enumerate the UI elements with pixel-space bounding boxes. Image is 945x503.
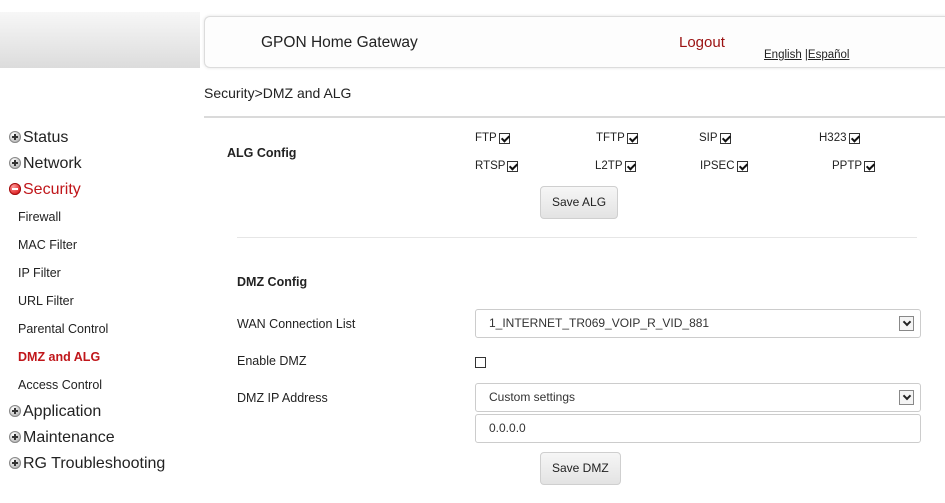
wan-connection-select[interactable]: 1_INTERNET_TR069_VOIP_R_VID_881	[475, 309, 921, 338]
dmz-ip-address-input[interactable]: 0.0.0.0	[475, 414, 921, 443]
lang-english-link[interactable]: English	[764, 49, 802, 61]
sidebar-subitem-parental-control[interactable]: Parental Control	[0, 315, 200, 343]
alg-sip-checkbox[interactable]: SIP	[699, 132, 731, 144]
collapse-minus-icon	[9, 183, 21, 195]
checkbox-checked-icon	[736, 160, 748, 172]
sidebar-subitem-access-control[interactable]: Access Control	[0, 371, 200, 399]
checkbox-checked-icon	[507, 160, 519, 172]
sidebar: Status Network Security Firewall MAC Fil…	[0, 125, 200, 477]
app-title: GPON Home Gateway	[261, 34, 418, 51]
expand-plus-icon	[9, 405, 21, 417]
enable-dmz-checkbox[interactable]	[475, 357, 486, 368]
sidebar-subitem-ip-filter[interactable]: IP Filter	[0, 259, 200, 287]
alg-h323-checkbox[interactable]: H323	[819, 132, 860, 144]
alg-tftp-checkbox[interactable]: TFTP	[596, 132, 638, 144]
sidebar-item-security[interactable]: Security	[0, 177, 200, 203]
checkbox-checked-icon	[624, 160, 636, 172]
logo-area	[0, 12, 200, 68]
expand-plus-icon	[9, 457, 21, 469]
header-bar: GPON Home Gateway Logout English |Españo…	[204, 16, 945, 68]
sidebar-item-label: Application	[23, 403, 102, 420]
section-divider	[237, 237, 917, 238]
alg-config-title: ALG Config	[227, 146, 297, 160]
wan-connection-value: 1_INTERNET_TR069_VOIP_R_VID_881	[489, 316, 710, 330]
checkbox-checked-icon	[864, 160, 876, 172]
header-divider	[204, 116, 945, 118]
sidebar-subitem-dmz-alg[interactable]: DMZ and ALG	[0, 343, 200, 371]
alg-option-label: L2TP	[595, 160, 623, 172]
wan-connection-label: WAN Connection List	[237, 317, 356, 331]
alg-pptp-checkbox[interactable]: PPTP	[832, 160, 876, 172]
alg-option-label: H323	[819, 132, 847, 144]
chevron-down-icon	[899, 316, 914, 331]
language-switcher: English |Español	[764, 49, 849, 61]
alg-option-label: FTP	[475, 132, 497, 144]
save-alg-button[interactable]: Save ALG	[540, 186, 619, 219]
sidebar-item-label: Maintenance	[23, 429, 115, 446]
checkbox-checked-icon	[498, 132, 510, 144]
sidebar-item-application[interactable]: Application	[0, 399, 200, 425]
sidebar-item-status[interactable]: Status	[0, 125, 200, 151]
sidebar-subitem-firewall[interactable]: Firewall	[0, 203, 200, 231]
alg-ftp-checkbox[interactable]: FTP	[475, 132, 510, 144]
checkbox-checked-icon	[848, 132, 860, 144]
checkbox-checked-icon	[626, 132, 638, 144]
expand-plus-icon	[9, 131, 21, 143]
alg-l2tp-checkbox[interactable]: L2TP	[595, 160, 636, 172]
sidebar-item-network[interactable]: Network	[0, 151, 200, 177]
chevron-down-icon	[899, 390, 914, 405]
dmz-ip-address-value: 0.0.0.0	[489, 421, 526, 435]
expand-plus-icon	[9, 431, 21, 443]
dmz-ip-address-label: DMZ IP Address	[237, 391, 328, 405]
dmz-ip-mode-select[interactable]: Custom settings	[475, 383, 921, 412]
lang-spanish-link[interactable]: Español	[808, 49, 850, 61]
alg-option-label: IPSEC	[700, 160, 735, 172]
alg-option-label: SIP	[699, 132, 718, 144]
sidebar-item-maintenance[interactable]: Maintenance	[0, 425, 200, 451]
alg-rtsp-checkbox[interactable]: RTSP	[475, 160, 519, 172]
sidebar-subitem-url-filter[interactable]: URL Filter	[0, 287, 200, 315]
save-dmz-button[interactable]: Save DMZ	[540, 452, 621, 485]
sidebar-subitem-mac-filter[interactable]: MAC Filter	[0, 231, 200, 259]
expand-plus-icon	[9, 157, 21, 169]
breadcrumb: Security>DMZ and ALG	[204, 85, 352, 101]
sidebar-item-label: Security	[23, 181, 81, 198]
logout-link[interactable]: Logout	[679, 34, 725, 51]
sidebar-item-label: RG Troubleshooting	[23, 455, 166, 472]
sidebar-item-label: Network	[23, 155, 82, 172]
sidebar-item-rg-troubleshooting[interactable]: RG Troubleshooting	[0, 451, 200, 477]
enable-dmz-label: Enable DMZ	[237, 354, 307, 368]
dmz-ip-mode-value: Custom settings	[489, 390, 576, 404]
alg-ipsec-checkbox[interactable]: IPSEC	[700, 160, 748, 172]
dmz-config-title: DMZ Config	[237, 275, 308, 289]
alg-option-label: RTSP	[475, 160, 506, 172]
sidebar-item-label: Status	[23, 129, 69, 146]
alg-option-label: TFTP	[596, 132, 625, 144]
alg-option-label: PPTP	[832, 160, 863, 172]
checkbox-checked-icon	[719, 132, 731, 144]
